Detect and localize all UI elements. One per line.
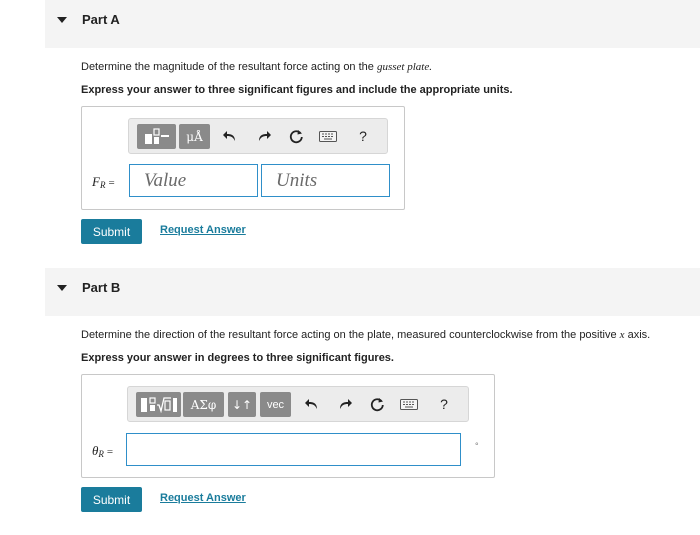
- redo-icon[interactable]: [336, 395, 354, 413]
- undo-icon[interactable]: [221, 127, 239, 145]
- part-b-request-answer-link[interactable]: Request Answer: [160, 492, 246, 504]
- templates-icon: [144, 128, 169, 144]
- part-a-header[interactable]: Part A: [45, 0, 700, 48]
- part-a-title: Part A: [82, 12, 120, 27]
- angle-input[interactable]: [126, 433, 461, 466]
- part-a-question: Determine the magnitude of the resultant…: [81, 61, 432, 73]
- fr-variable-label: FR =: [92, 174, 115, 190]
- part-b-title: Part B: [82, 280, 121, 295]
- reset-icon[interactable]: [368, 395, 386, 413]
- keyboard-icon[interactable]: [398, 396, 420, 412]
- theta-r-variable-label: θR =: [92, 443, 114, 459]
- part-a-request-answer-link[interactable]: Request Answer: [160, 224, 246, 236]
- templates-button[interactable]: [137, 124, 176, 149]
- part-a-toolbar: μÅ ?: [128, 118, 388, 154]
- part-a-answer-box: μÅ ? FR = Value Units: [81, 106, 405, 210]
- arrows-label: ↓↑: [231, 397, 253, 412]
- value-input[interactable]: Value: [129, 164, 258, 197]
- part-b-instruction: Express your answer in degrees to three …: [81, 352, 394, 364]
- arrows-button[interactable]: ↓↑: [228, 392, 256, 417]
- vector-label: vec: [266, 398, 285, 411]
- reset-icon[interactable]: [287, 127, 305, 145]
- greek-symbols-label: ΑΣφ: [190, 397, 217, 412]
- part-b-answer-box: ΑΣφ ↓↑ vec ? θR = °: [81, 374, 495, 478]
- help-icon[interactable]: ?: [436, 394, 452, 414]
- units-label: μÅ: [186, 129, 203, 144]
- part-a-submit-button[interactable]: Submit: [81, 219, 142, 244]
- units-input[interactable]: Units: [261, 164, 390, 197]
- units-button[interactable]: μÅ: [179, 124, 210, 149]
- caret-down-icon[interactable]: [57, 17, 67, 23]
- redo-icon[interactable]: [255, 127, 273, 145]
- keyboard-icon[interactable]: [317, 128, 339, 144]
- vector-button[interactable]: vec: [260, 392, 291, 417]
- part-b-question: Determine the direction of the resultant…: [81, 329, 651, 341]
- part-b-submit-button[interactable]: Submit: [81, 487, 142, 512]
- degree-unit-label: °: [475, 441, 479, 451]
- undo-icon[interactable]: [303, 395, 321, 413]
- help-icon[interactable]: ?: [355, 126, 371, 146]
- templates-icon: [140, 397, 177, 413]
- part-b-header[interactable]: Part B: [45, 268, 700, 316]
- part-b-toolbar: ΑΣφ ↓↑ vec ?: [127, 386, 469, 422]
- templates-button[interactable]: [136, 392, 181, 417]
- part-a-instruction: Express your answer to three significant…: [81, 84, 513, 96]
- caret-down-icon[interactable]: [57, 285, 67, 291]
- greek-symbols-button[interactable]: ΑΣφ: [183, 392, 224, 417]
